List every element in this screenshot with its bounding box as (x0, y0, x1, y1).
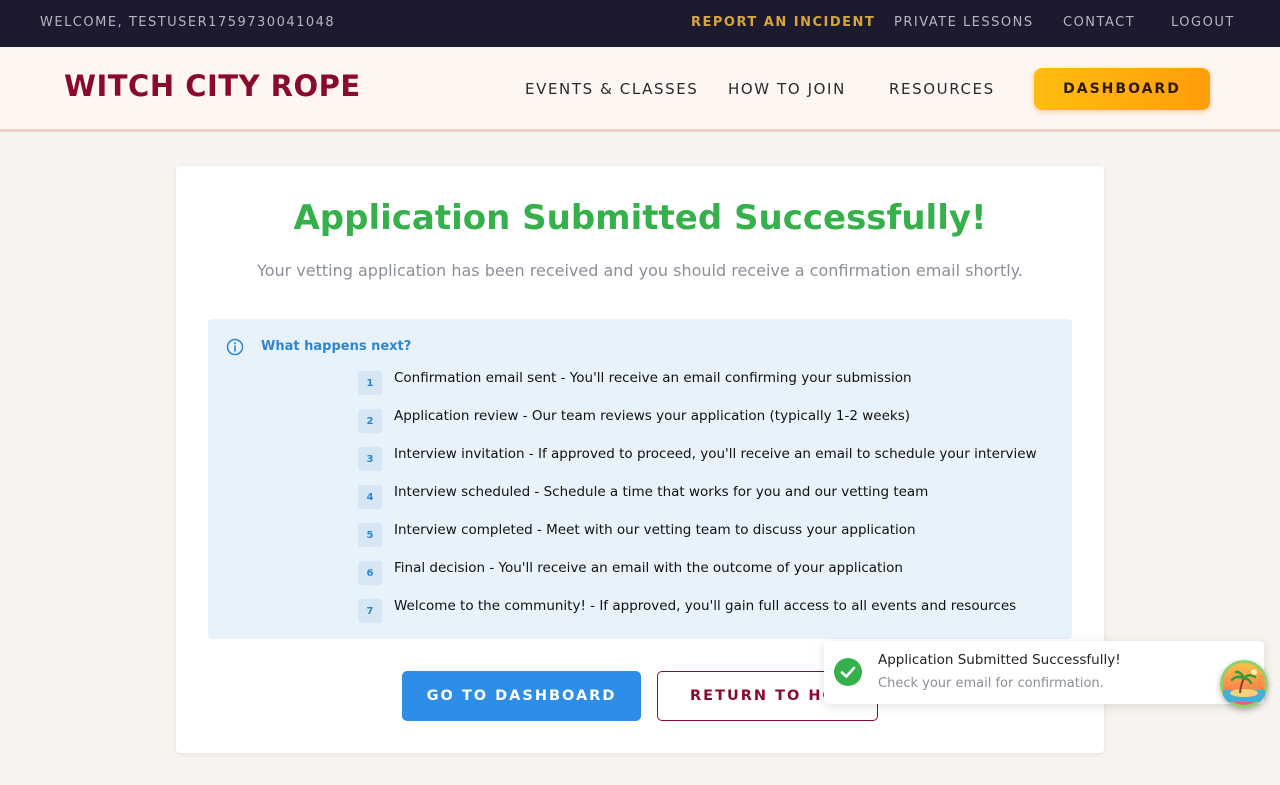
contact-link[interactable]: CONTACT (1063, 15, 1135, 30)
list-item: 1 Confirmation email sent - You'll recei… (358, 367, 1058, 405)
step-text: Interview completed - Meet with our vett… (394, 522, 916, 538)
steps-list: 1 Confirmation email sent - You'll recei… (358, 367, 1058, 633)
step-number: 3 (358, 447, 382, 471)
step-text: Confirmation email sent - You'll receive… (394, 370, 912, 386)
nav-events-classes[interactable]: EVENTS & CLASSES (525, 80, 698, 98)
list-item: 2 Application review - Our team reviews … (358, 405, 1058, 443)
private-lessons-link[interactable]: PRIVATE LESSONS (894, 15, 1034, 30)
list-item: 6 Final decision - You'll receive an ema… (358, 557, 1058, 595)
next-steps-heading: What happens next? (261, 339, 412, 354)
page-title: Application Submitted Successfully! (293, 198, 987, 238)
step-text: Welcome to the community! - If approved,… (394, 598, 1017, 614)
dashboard-button[interactable]: DASHBOARD (1034, 68, 1210, 110)
check-circle-icon (834, 658, 862, 686)
toast-message: Check your email for confirmation. (878, 676, 1104, 691)
page-subtitle: Your vetting application has been receiv… (257, 261, 1023, 280)
list-item: 4 Interview scheduled - Schedule a time … (358, 481, 1058, 519)
step-text: Interview scheduled - Schedule a time th… (394, 484, 929, 500)
step-number: 6 (358, 561, 382, 585)
step-text: Final decision - You'll receive an email… (394, 560, 903, 576)
utility-bar: WELCOME, TESTUSER1759730041048 REPORT AN… (0, 0, 1280, 47)
floating-avatar[interactable] (1220, 660, 1268, 708)
nav-resources[interactable]: RESOURCES (889, 80, 995, 98)
step-number: 2 (358, 409, 382, 433)
island-avatar-icon (1220, 660, 1268, 708)
success-toast: Application Submitted Successfully! Chec… (824, 641, 1264, 704)
main-header: WITCH CITY ROPE EVENTS & CLASSES HOW TO … (0, 47, 1280, 132)
list-item: 5 Interview completed - Meet with our ve… (358, 519, 1058, 557)
site-logo[interactable]: WITCH CITY ROPE (64, 69, 361, 103)
nav-how-to-join[interactable]: HOW TO JOIN (728, 80, 846, 98)
logout-link[interactable]: LOGOUT (1171, 15, 1235, 30)
welcome-text: WELCOME, TESTUSER1759730041048 (40, 15, 336, 30)
report-incident-link[interactable]: REPORT AN INCIDENT (691, 15, 875, 30)
next-steps-box: What happens next? 1 Confirmation email … (208, 319, 1072, 639)
go-to-dashboard-button[interactable]: GO TO DASHBOARD (402, 671, 641, 721)
list-item: 7 Welcome to the community! - If approve… (358, 595, 1058, 633)
step-number: 7 (358, 599, 382, 623)
step-number: 5 (358, 523, 382, 547)
step-number: 1 (358, 371, 382, 395)
step-text: Application review - Our team reviews yo… (394, 408, 910, 424)
step-number: 4 (358, 485, 382, 509)
info-icon (226, 338, 244, 356)
step-text: Interview invitation - If approved to pr… (394, 446, 1037, 462)
toast-title: Application Submitted Successfully! (878, 652, 1121, 668)
list-item: 3 Interview invitation - If approved to … (358, 443, 1058, 481)
